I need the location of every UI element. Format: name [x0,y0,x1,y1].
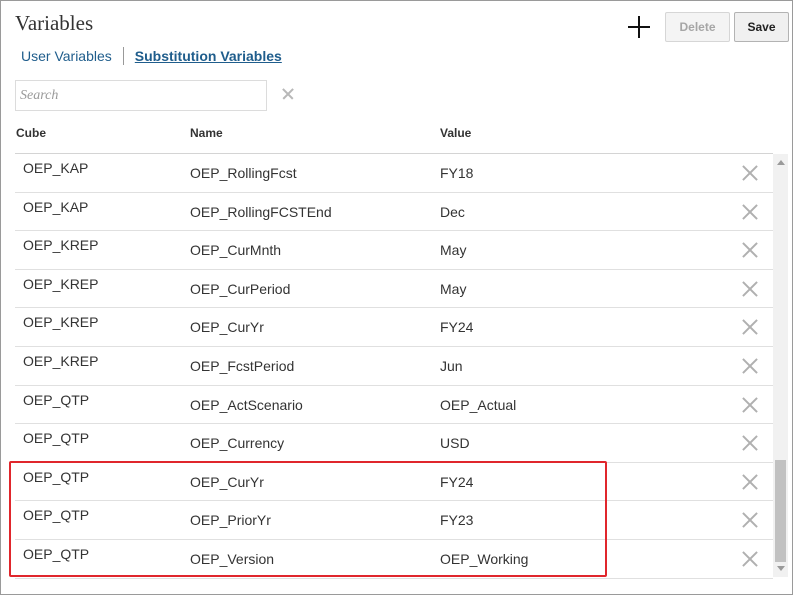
close-icon [741,550,759,568]
scrollbar-thumb[interactable] [775,460,786,562]
cell-name: OEP_CurYr [190,319,264,336]
add-variable-button[interactable] [626,14,652,40]
close-icon [741,164,759,182]
cell-cube: OEP_KREP [23,314,99,331]
delete-row-button[interactable] [741,241,759,259]
delete-row-button[interactable] [741,164,759,182]
cell-cube: OEP_KAP [23,198,89,215]
column-header-cube[interactable]: Cube [16,126,46,140]
delete-row-button[interactable] [741,280,759,298]
close-icon [741,434,759,452]
cell-name: OEP_RollingFCSTEnd [190,203,332,220]
cell-value: Dec [440,203,465,220]
delete-row-button[interactable] [741,550,759,568]
delete-button[interactable]: Delete [665,12,730,42]
cell-name: OEP_RollingFcst [190,165,297,181]
tab-divider [122,47,124,65]
table-row[interactable]: OEP_QTP OEP_ActScenario OEP_Actual [15,386,773,425]
cell-cube: OEP_QTP [23,430,90,447]
highlight-annotation-box [9,461,607,577]
cell-value: FY24 [440,319,474,336]
tab-substitution-variables[interactable]: Substitution Variables [135,48,282,64]
close-icon [741,357,759,375]
delete-row-button[interactable] [741,473,759,491]
cell-value: USD [440,435,470,452]
cell-value: OEP_Actual [440,396,517,413]
cell-name: OEP_ActScenario [190,396,303,413]
close-icon [741,280,759,298]
table-row[interactable]: OEP_KREP OEP_CurPeriod May [15,270,773,309]
page-title: Variables [15,11,94,35]
delete-row-button[interactable] [741,318,759,336]
delete-row-button[interactable] [741,396,759,414]
close-icon [281,87,295,101]
table-row[interactable]: OEP_KAP OEP_RollingFCSTEnd Dec [15,193,773,232]
close-icon [741,203,759,221]
search-input[interactable] [15,80,267,111]
cell-cube: OEP_KAP [23,160,89,176]
delete-row-button[interactable] [741,511,759,529]
cell-value: Jun [440,357,463,374]
cell-value: FY18 [440,165,474,181]
clear-search-button[interactable] [281,87,295,101]
close-icon [741,396,759,414]
cell-name: OEP_CurPeriod [190,280,291,297]
table-row[interactable]: OEP_KREP OEP_FcstPeriod Jun [15,347,773,386]
delete-row-button[interactable] [741,434,759,452]
scroll-down-arrow-icon[interactable] [773,563,788,575]
close-icon [741,318,759,336]
table-row[interactable]: OEP_QTP OEP_Currency USD [15,424,773,463]
close-icon [741,473,759,491]
column-header-value[interactable]: Value [440,126,471,140]
variables-dialog: Variables Delete Save User Variables Sub… [0,0,793,595]
cell-name: OEP_Currency [190,435,285,452]
close-icon [741,241,759,259]
cell-name: OEP_FcstPeriod [190,357,295,374]
table-row[interactable]: OEP_KREP OEP_CurYr FY24 [15,308,773,347]
cell-cube: OEP_KREP [23,237,99,254]
column-header-name[interactable]: Name [190,126,223,140]
table-row[interactable]: OEP_KREP OEP_CurMnth May [15,231,773,270]
scroll-up-arrow-icon[interactable] [773,156,788,168]
save-button[interactable]: Save [734,12,789,42]
close-icon [741,511,759,529]
delete-row-button[interactable] [741,203,759,221]
vertical-scrollbar[interactable] [773,154,788,577]
cell-value: May [440,242,467,259]
cell-cube: OEP_QTP [23,391,90,408]
table-row[interactable]: OEP_KAP OEP_RollingFcst FY18 [15,154,773,193]
cell-name: OEP_CurMnth [190,242,282,259]
variable-tabs: User Variables Substitution Variables [21,47,282,65]
cell-cube: OEP_KREP [23,275,99,292]
tab-user-variables[interactable]: User Variables [21,48,112,64]
delete-row-button[interactable] [741,357,759,375]
cell-value: May [440,280,467,297]
cell-cube: OEP_KREP [23,352,99,369]
